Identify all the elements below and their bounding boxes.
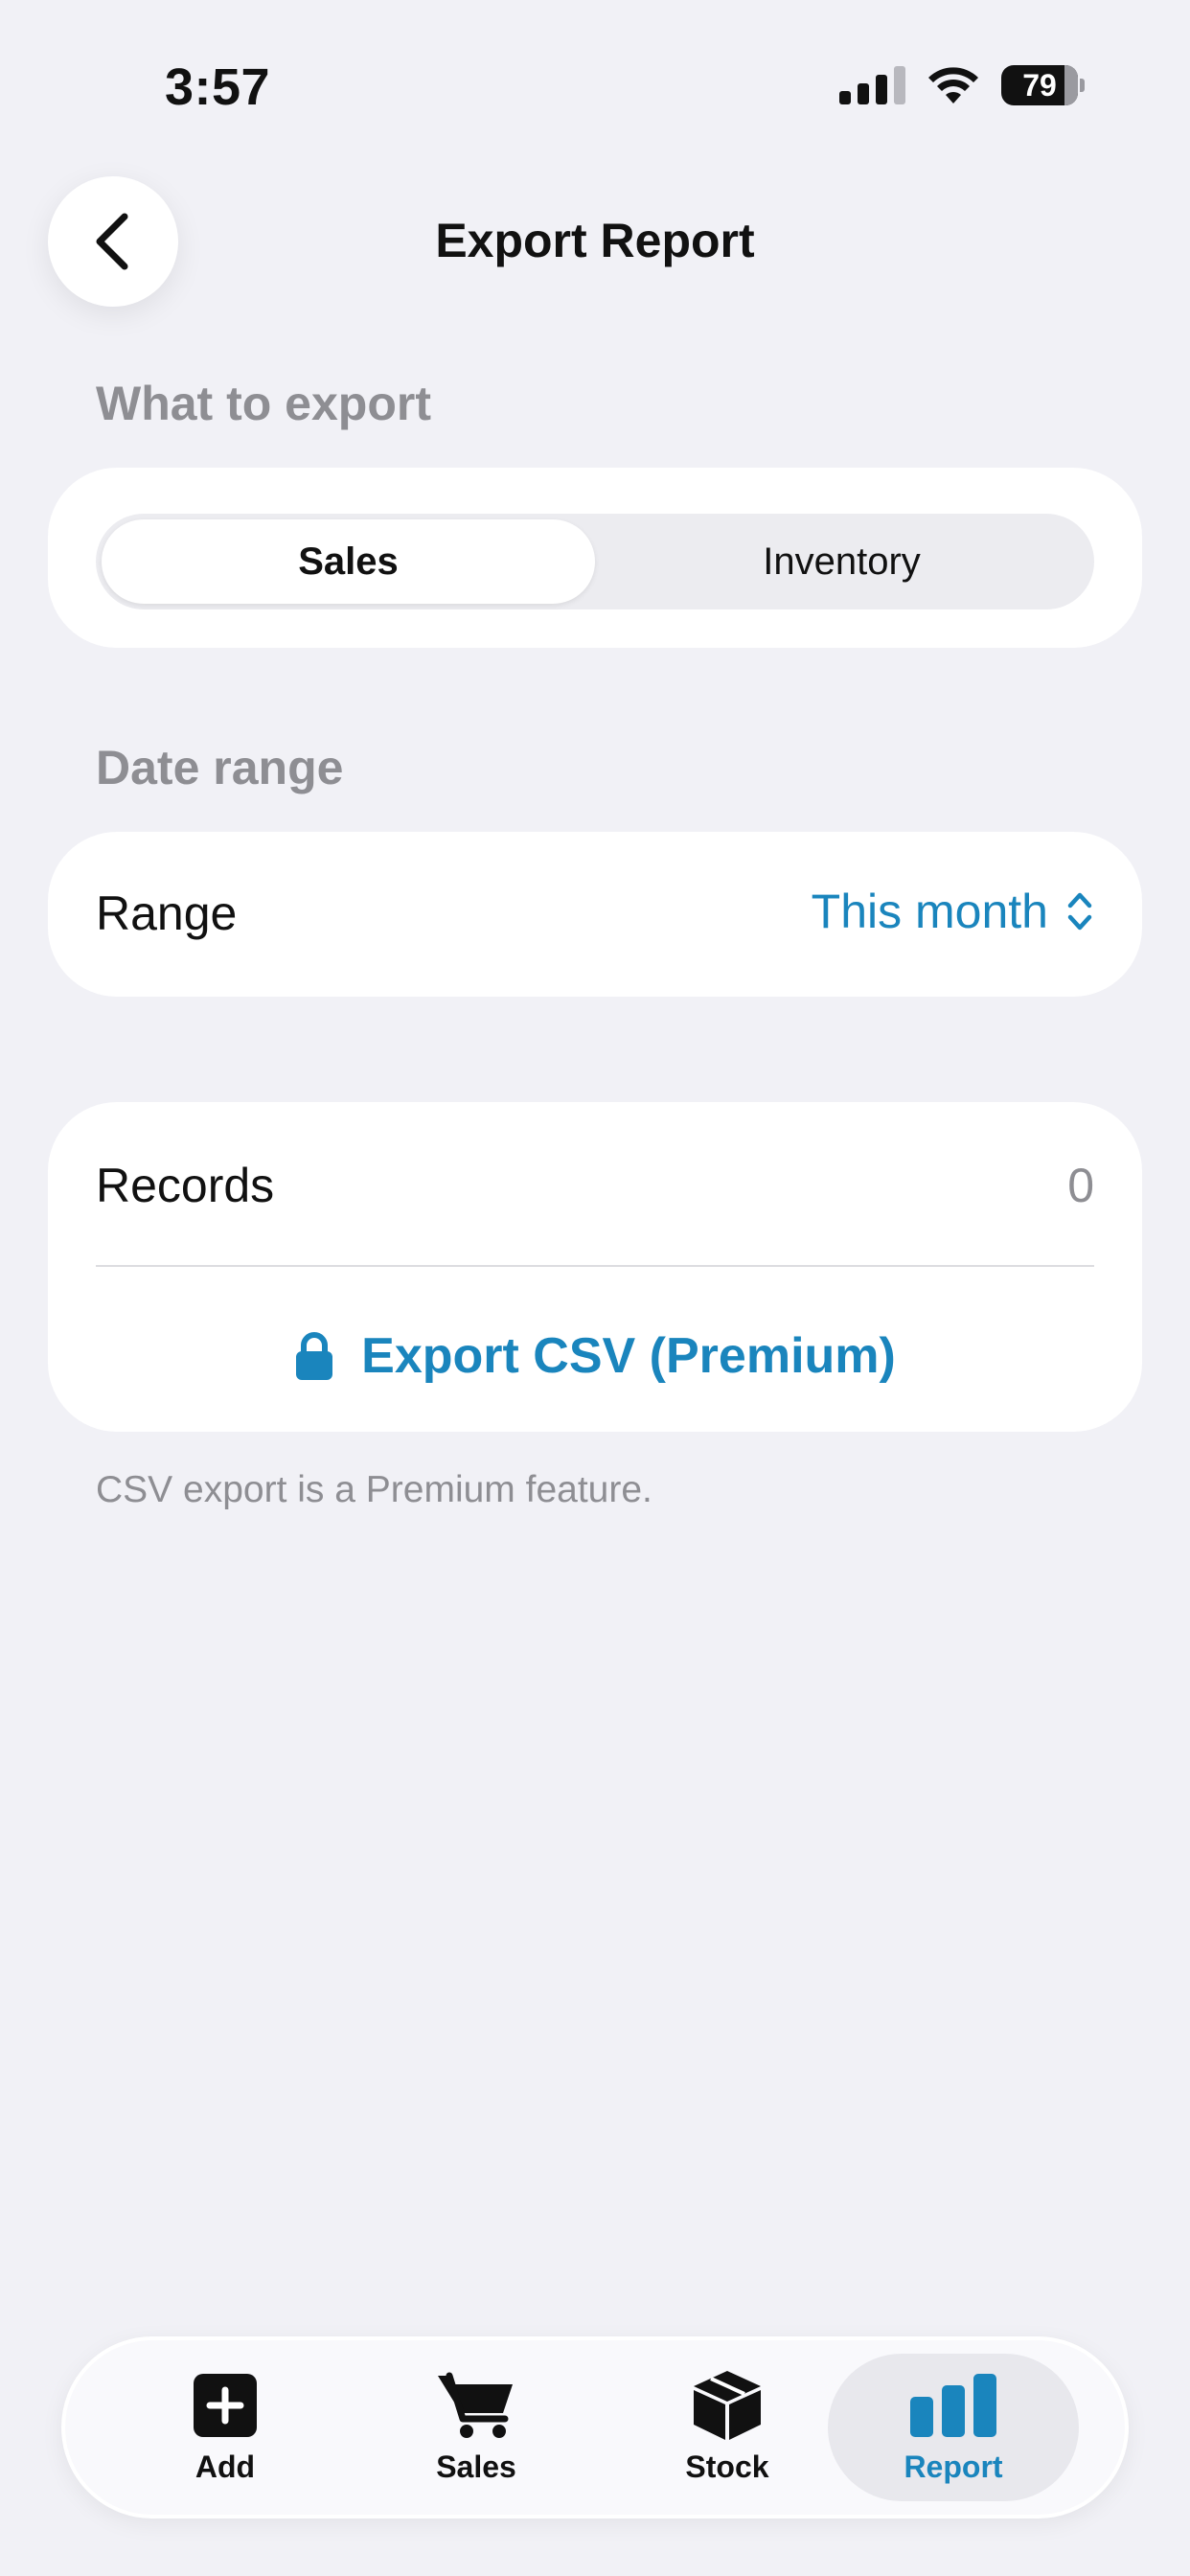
cellular-signal-icon [839,66,905,104]
records-count: 0 [1067,1159,1094,1212]
segment-sales[interactable]: Sales [102,519,595,604]
tab-sales-label: Sales [436,2449,516,2484]
records-label: Records [96,1159,275,1212]
export-type-segmented-control: Sales Inventory [96,514,1094,610]
date-range-card: Range This month [48,832,1142,997]
status-time: 3:57 [165,58,271,116]
export-card: Records 0 Export CSV (Premium) [48,1102,1142,1432]
section-label-date-range: Date range [96,741,344,794]
tab-report[interactable]: Report [828,2354,1079,2501]
wifi-icon [928,67,978,104]
tab-sales[interactable]: Sales [351,2354,602,2501]
battery-level: 79 [1022,67,1057,103]
divider [96,1265,1094,1267]
tab-bar: Add Sales Stock Report [61,2336,1129,2518]
range-label: Range [96,886,238,940]
tab-report-label: Report [904,2449,1003,2484]
segment-inventory[interactable]: Inventory [595,519,1088,604]
range-picker[interactable]: This month [812,884,1094,939]
tab-add-label: Add [195,2449,256,2484]
tab-stock[interactable]: Stock [602,2354,853,2501]
export-csv-button[interactable]: Export CSV (Premium) [48,1294,1142,1418]
status-icons: 79 [839,65,1085,105]
tab-stock-label: Stock [685,2449,769,2484]
page-title: Export Report [435,214,755,267]
section-label-what-to-export: What to export [96,377,431,430]
export-csv-label: Export CSV (Premium) [361,1328,896,1384]
premium-footnote: CSV export is a Premium feature. [96,1469,652,1510]
plus-square-icon [194,2373,257,2437]
export-report-screen: 3:57 79 Export Report What to export Sal… [0,0,1190,2576]
chevron-up-down-icon [1067,892,1092,931]
export-type-card: Sales Inventory [48,468,1142,648]
range-value: This month [811,885,1048,938]
battery-icon: 79 [1001,65,1078,105]
bar-chart-icon [910,2373,996,2437]
tab-add[interactable]: Add [100,2354,351,2501]
lock-icon [296,1332,333,1380]
cart-icon [438,2372,513,2438]
box-icon [694,2370,761,2440]
